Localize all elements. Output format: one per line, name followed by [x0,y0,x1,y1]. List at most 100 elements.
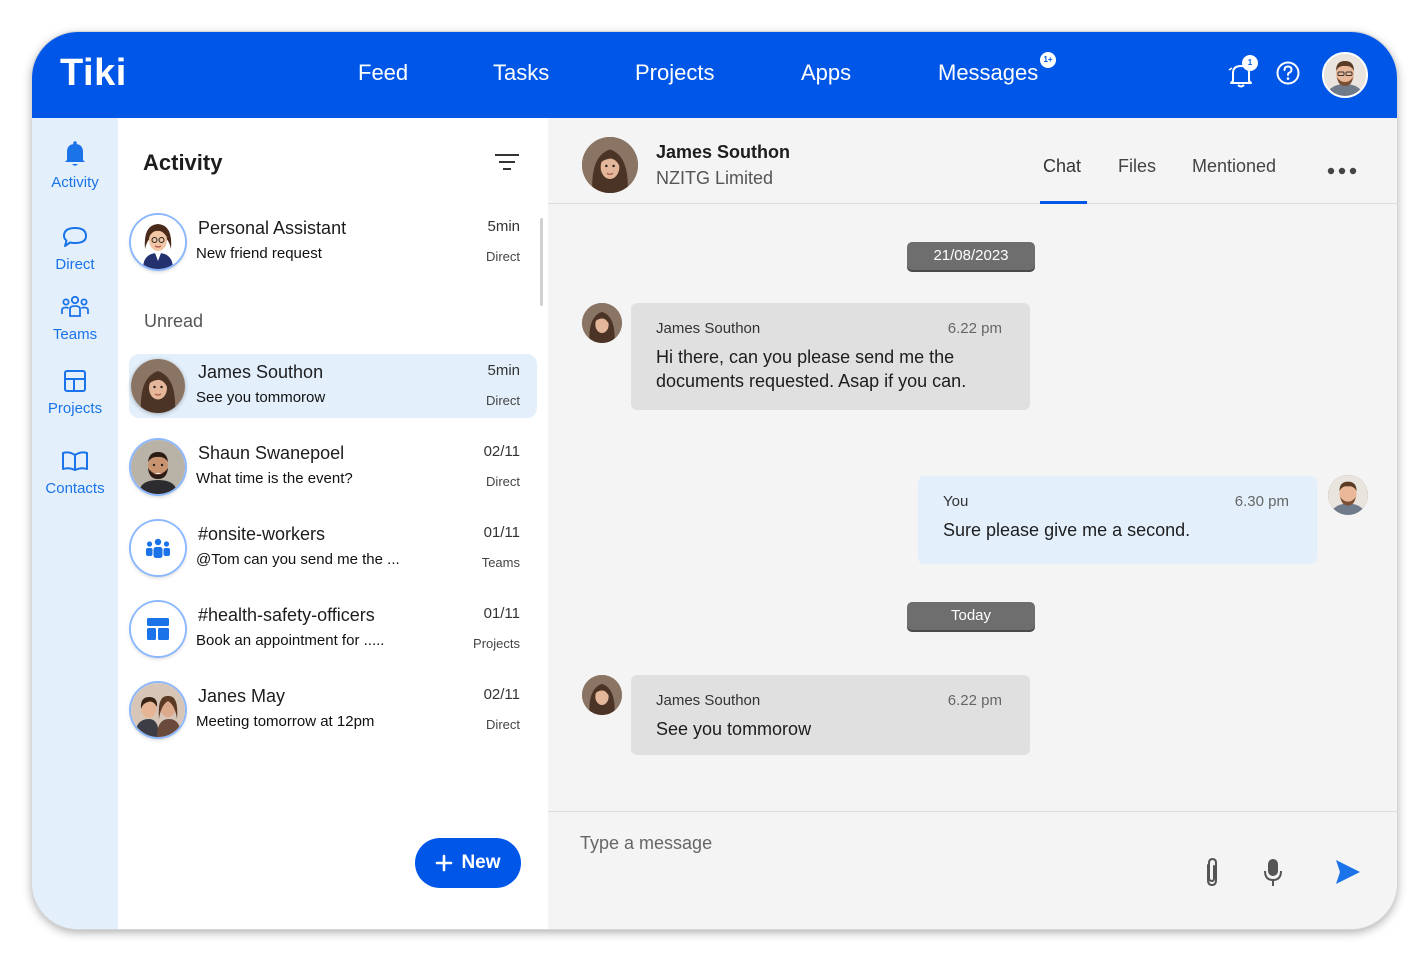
nav-projects[interactable]: Projects [635,60,714,86]
message-input[interactable] [580,828,1140,858]
message-sender: James Southon [656,692,761,709]
projects-channel-avatar [131,602,185,656]
personal-assistant-avatar [131,215,185,269]
contact-avatar[interactable] [582,137,638,193]
user-avatar[interactable] [1322,52,1368,98]
rail-item-teams[interactable]: Teams [32,294,118,343]
rail-label-teams: Teams [52,326,98,343]
conversation-time: 02/11 [483,686,520,703]
tab-files[interactable]: Files [1118,156,1156,177]
conversation-preview: See you tommorow [196,389,326,406]
teams-channel-avatar [131,521,185,575]
activity-title: Activity [143,150,223,175]
own-avatar [1328,475,1368,515]
rail-label-activity: Activity [51,174,99,191]
message-time: 6.22 pm [947,320,1002,337]
message-bubble: James Southon 6.22 pm See you tommorow [631,675,1030,755]
conversation-time: 02/11 [483,443,520,460]
chat-panel: James Southon NZITG Limited Chat Files M… [548,118,1397,929]
people-icon [131,521,185,575]
conversation-onsite-workers[interactable]: #onsite-workers @Tom can you send me the… [129,516,537,580]
message-sender: James Southon [656,320,761,337]
nav-messages[interactable]: Messages [938,60,1038,86]
contact-company: NZITG Limited [656,168,774,188]
plus-icon [436,854,453,872]
conversation-preview: Meeting tomorrow at 12pm [196,713,375,730]
conversation-james-southon[interactable]: James Southon See you tommorow 5min Dire… [129,354,537,418]
james-southon-avatar [131,359,185,413]
messages-badge: 1+ [1040,52,1056,68]
chat-header: James Southon NZITG Limited Chat Files M… [548,118,1397,204]
conversation-time: 01/11 [483,524,520,541]
active-tab-indicator [1040,201,1087,204]
conversation-kind: Direct [486,249,520,264]
activity-scrollbar[interactable] [540,218,543,306]
janes-may-avatar [131,683,185,737]
app-window: Tiki Feed Tasks Projects Apps Messages 1… [32,32,1397,929]
tab-mentioned[interactable]: Mentioned [1192,156,1276,177]
sender-avatar [582,303,622,343]
rail-item-contacts[interactable]: Contacts [32,448,118,497]
message-bubble: James Southon 6.22 pm Hi there, can you … [631,303,1030,410]
message-text: Sure please give me a second. [943,520,1191,540]
paperclip-icon[interactable] [1200,856,1224,895]
sender-avatar [582,675,622,715]
help-icon[interactable] [1275,60,1303,88]
left-rail: Activity Direct Teams Projects Contacts [32,118,118,929]
filter-icon[interactable] [494,152,520,177]
conversation-name: Shaun Swanepoel [198,443,345,463]
date-separator: 21/08/2023 [907,242,1035,270]
conversation-name: Personal Assistant [198,218,347,238]
activity-panel: Activity Personal Assistant New friend r… [118,118,548,929]
conversation-health-safety-officers[interactable]: #health-safety-officers Book an appointm… [129,597,537,661]
new-button-label: New [461,852,501,873]
nav-apps[interactable]: Apps [801,60,851,86]
message-sender: You [943,493,969,510]
conversation-preview: Book an appointment for ..... [196,632,385,649]
conversation-preview: @Tom can you send me the ... [196,551,400,568]
send-icon[interactable] [1334,858,1362,891]
conversation-personal-assistant[interactable]: Personal Assistant New friend request 5m… [129,210,537,274]
layout-icon [64,370,86,392]
conversation-name: James Southon [198,362,324,382]
conversation-preview: What time is the event? [196,470,353,487]
tab-chat[interactable]: Chat [1043,156,1081,177]
conversation-janes-may[interactable]: Janes May Meeting tomorrow at 12pm 02/11… [129,678,537,742]
new-conversation-button[interactable]: New [415,838,521,888]
rail-item-direct[interactable]: Direct [32,224,118,273]
conversation-time: 5min [487,218,520,235]
nav-feed[interactable]: Feed [358,60,408,86]
conversation-kind: Projects [473,636,520,651]
conversation-kind: Teams [481,555,520,570]
rail-item-activity[interactable]: Activity [32,140,118,191]
conversation-preview: New friend request [196,245,322,262]
date-separator: Today [907,602,1035,630]
layout-icon [131,602,185,656]
bell-icon [65,141,85,166]
contact-name: James Southon [656,142,791,162]
conversation-time: 5min [487,362,520,379]
book-icon [62,451,88,471]
conversation-time: 01/11 [483,605,520,622]
nav-tasks[interactable]: Tasks [493,60,549,86]
app-logo[interactable]: Tiki [60,52,127,95]
conversation-kind: Direct [486,474,520,489]
more-options-icon[interactable] [1327,162,1357,180]
conversation-shaun-swanepoel[interactable]: Shaun Swanepoel What time is the event? … [129,435,537,499]
message-text: Hi there, can you please send me the doc… [656,347,967,391]
conversation-name: #onsite-workers [198,524,326,544]
notifications-badge: 1 [1242,55,1258,71]
people-icon [61,295,89,317]
message-bubble-own: You 6.30 pm Sure please give me a second… [918,476,1317,564]
unread-section-label: Unread [144,311,204,331]
rail-label-direct: Direct [55,256,95,273]
conversation-kind: Direct [486,393,520,408]
chat-bubble-icon [63,227,87,247]
rail-item-projects[interactable]: Projects [32,368,118,417]
top-navigation-bar: Tiki Feed Tasks Projects Apps Messages 1… [32,32,1397,118]
message-text: See you tommorow [656,719,812,739]
shaun-swanepoel-avatar [131,440,185,494]
message-time: 6.30 pm [1234,493,1289,510]
microphone-icon[interactable] [1262,857,1284,894]
conversation-kind: Direct [486,717,520,732]
